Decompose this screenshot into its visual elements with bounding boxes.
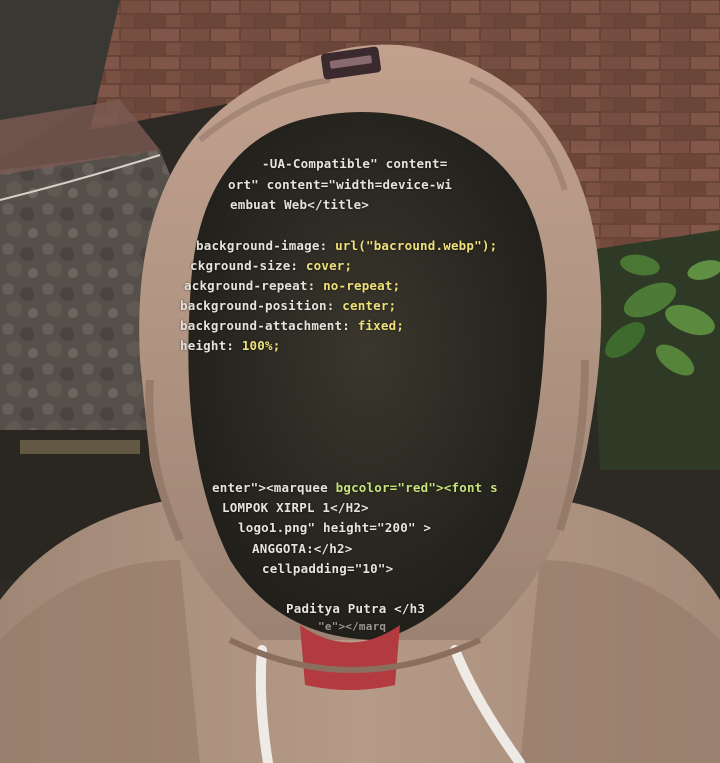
photo-scene: -UA-Compatible" content= ort" content="w… <box>0 0 720 763</box>
hooded-figure-photo <box>0 0 720 763</box>
